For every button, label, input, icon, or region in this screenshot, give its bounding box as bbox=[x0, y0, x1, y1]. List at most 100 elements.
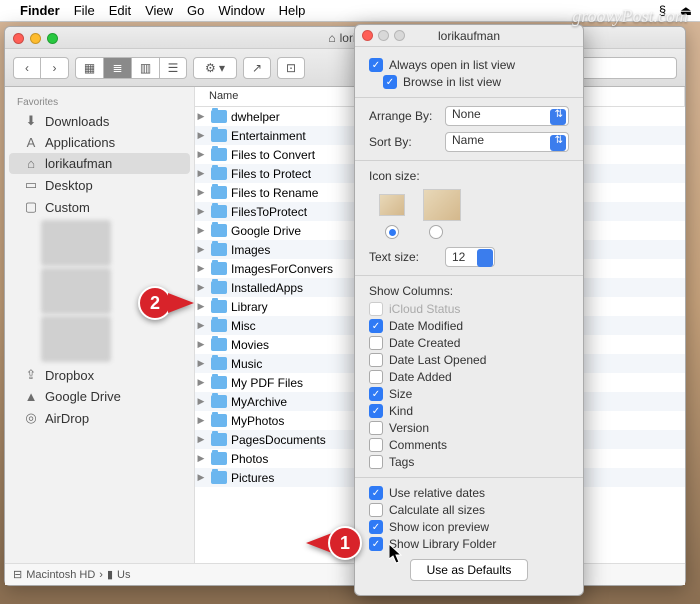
column-checkbox[interactable] bbox=[369, 404, 383, 418]
column-checkbox[interactable] bbox=[369, 319, 383, 333]
view-gallery-button[interactable]: ☰ bbox=[159, 57, 187, 79]
sidebar-item-desktop[interactable]: ▭Desktop bbox=[5, 174, 194, 196]
folder-icon bbox=[211, 110, 227, 123]
folder-icon bbox=[211, 300, 227, 313]
sidebar-item-icon: ▲ bbox=[23, 389, 39, 404]
column-label: Comments bbox=[389, 438, 447, 452]
disclosure-icon[interactable]: ▶ bbox=[195, 206, 207, 217]
menu-window[interactable]: Window bbox=[218, 3, 264, 18]
disclosure-icon[interactable]: ▶ bbox=[195, 111, 207, 122]
browse-label: Browse in list view bbox=[403, 75, 501, 89]
folder-icon bbox=[211, 471, 227, 484]
path-disk[interactable]: Macintosh HD bbox=[26, 569, 95, 581]
disclosure-icon[interactable]: ▶ bbox=[195, 130, 207, 141]
option-checkbox[interactable] bbox=[369, 520, 383, 534]
menu-view[interactable]: View bbox=[145, 3, 173, 18]
sidebar-item-applications[interactable]: AApplications bbox=[5, 132, 194, 153]
column-checkbox[interactable] bbox=[369, 421, 383, 435]
view-icon-button[interactable]: ▦ bbox=[75, 57, 103, 79]
disclosure-icon[interactable]: ▶ bbox=[195, 225, 207, 236]
disclosure-icon[interactable]: ▶ bbox=[195, 187, 207, 198]
disclosure-icon[interactable]: ▶ bbox=[195, 149, 207, 160]
disclosure-icon[interactable]: ▶ bbox=[195, 377, 207, 388]
column-label: Size bbox=[389, 387, 412, 401]
disclosure-icon[interactable]: ▶ bbox=[195, 301, 207, 312]
sort-select[interactable]: Name bbox=[445, 132, 569, 152]
zoom-icon[interactable] bbox=[47, 33, 58, 44]
icon-size-small-radio[interactable] bbox=[385, 225, 399, 239]
menu-file[interactable]: File bbox=[74, 3, 95, 18]
option-checkbox[interactable] bbox=[369, 503, 383, 517]
browse-checkbox[interactable] bbox=[383, 75, 397, 89]
column-checkbox[interactable] bbox=[369, 370, 383, 384]
disclosure-icon[interactable]: ▶ bbox=[195, 263, 207, 274]
arrange-dropdown[interactable]: ⚙ ▾ bbox=[193, 57, 237, 79]
disclosure-icon[interactable]: ▶ bbox=[195, 244, 207, 255]
disclosure-icon[interactable]: ▶ bbox=[195, 320, 207, 331]
view-column-button[interactable]: ▥ bbox=[131, 57, 159, 79]
status-icon[interactable]: § bbox=[659, 3, 666, 18]
use-as-defaults-button[interactable]: Use as Defaults bbox=[410, 559, 529, 581]
sidebar-item-dropbox[interactable]: ⇪Dropbox bbox=[5, 364, 194, 386]
sidebar-item-google drive[interactable]: ▲Google Drive bbox=[5, 386, 194, 407]
forward-button[interactable]: › bbox=[41, 57, 69, 79]
icon-size-label: Icon size: bbox=[369, 169, 439, 183]
disk-icon: ⊟ bbox=[13, 568, 22, 581]
callout-2-bubble: 2 bbox=[138, 286, 172, 320]
column-checkbox bbox=[369, 302, 383, 316]
column-checkbox[interactable] bbox=[369, 353, 383, 367]
menubar-app[interactable]: Finder bbox=[20, 3, 60, 18]
eject-icon[interactable]: ⏏ bbox=[680, 3, 692, 18]
column-checkbox[interactable] bbox=[369, 336, 383, 350]
path-folder[interactable]: Us bbox=[117, 569, 130, 581]
disclosure-icon[interactable]: ▶ bbox=[195, 358, 207, 369]
sidebar-item-airdrop[interactable]: ◎AirDrop bbox=[5, 407, 194, 429]
column-label: Date Last Opened bbox=[389, 353, 486, 367]
sidebar-thumb[interactable] bbox=[41, 268, 111, 314]
option-checkbox[interactable] bbox=[369, 537, 383, 551]
column-checkbox[interactable] bbox=[369, 438, 383, 452]
minimize-icon[interactable] bbox=[30, 33, 41, 44]
sidebar-item-custom[interactable]: ▢Custom bbox=[5, 196, 194, 218]
sidebar-item-icon: ◎ bbox=[23, 410, 39, 426]
arrange-select[interactable]: None bbox=[445, 106, 569, 126]
menu-go[interactable]: Go bbox=[187, 3, 204, 18]
sidebar-item-icon: ⇪ bbox=[23, 367, 39, 383]
disclosure-icon[interactable]: ▶ bbox=[195, 453, 207, 464]
text-size-stepper[interactable]: 12 bbox=[445, 247, 495, 267]
view-list-button[interactable]: ≣ bbox=[103, 57, 131, 79]
column-label: Date Added bbox=[389, 370, 452, 384]
disclosure-icon[interactable]: ▶ bbox=[195, 396, 207, 407]
sidebar-item-label: Custom bbox=[45, 200, 90, 215]
back-button[interactable]: ‹ bbox=[13, 57, 41, 79]
disclosure-icon[interactable]: ▶ bbox=[195, 415, 207, 426]
sidebar-item-label: Downloads bbox=[45, 114, 109, 129]
close-icon[interactable] bbox=[13, 33, 24, 44]
disclosure-icon[interactable]: ▶ bbox=[195, 472, 207, 483]
sidebar-thumb[interactable] bbox=[41, 220, 111, 266]
column-checkbox[interactable] bbox=[369, 387, 383, 401]
menu-help[interactable]: Help bbox=[279, 3, 306, 18]
icon-size-large-radio[interactable] bbox=[429, 225, 443, 239]
share-button[interactable]: ↗ bbox=[243, 57, 271, 79]
folder-icon bbox=[211, 224, 227, 237]
disclosure-icon[interactable]: ▶ bbox=[195, 168, 207, 179]
column-label: Date Created bbox=[389, 336, 460, 350]
folder-icon: ▮ bbox=[107, 568, 113, 581]
always-open-checkbox[interactable] bbox=[369, 58, 383, 72]
tags-button[interactable]: ⊡ bbox=[277, 57, 305, 79]
sidebar-item-lorikaufman[interactable]: ⌂lorikaufman bbox=[9, 153, 190, 174]
arrange-label: Arrange By: bbox=[369, 109, 439, 123]
sidebar-thumb[interactable] bbox=[41, 316, 111, 362]
disclosure-icon[interactable]: ▶ bbox=[195, 434, 207, 445]
panel-close-icon[interactable] bbox=[362, 30, 373, 41]
folder-icon bbox=[211, 262, 227, 275]
column-checkbox[interactable] bbox=[369, 455, 383, 469]
icon-sample-small bbox=[379, 194, 405, 216]
folder-icon bbox=[211, 395, 227, 408]
menu-edit[interactable]: Edit bbox=[109, 3, 131, 18]
sidebar-item-downloads[interactable]: ⬇Downloads bbox=[5, 110, 194, 132]
option-checkbox[interactable] bbox=[369, 486, 383, 500]
disclosure-icon[interactable]: ▶ bbox=[195, 339, 207, 350]
disclosure-icon[interactable]: ▶ bbox=[195, 282, 207, 293]
